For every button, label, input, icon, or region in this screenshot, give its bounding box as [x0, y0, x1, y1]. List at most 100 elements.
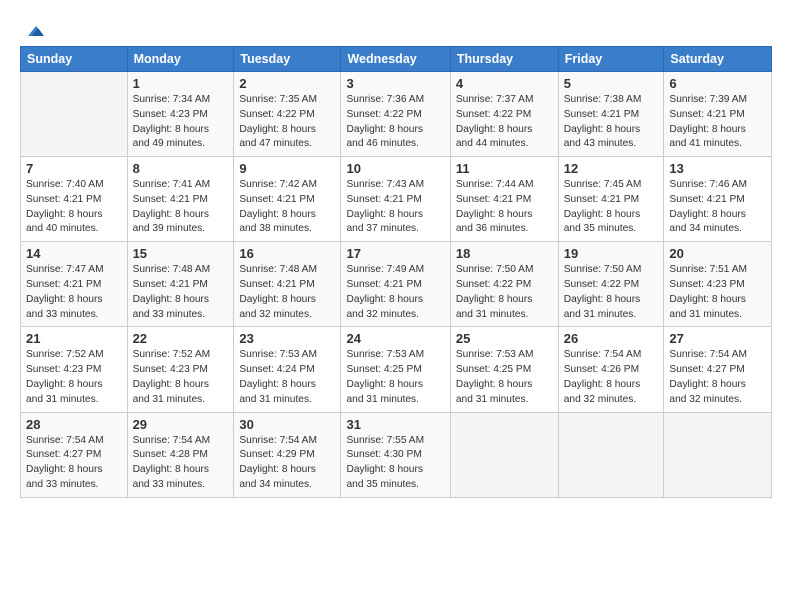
- day-of-week-header: Sunday: [21, 47, 128, 72]
- header-area: [20, 18, 772, 38]
- day-number: 28: [26, 417, 122, 432]
- days-header-row: SundayMondayTuesdayWednesdayThursdayFrid…: [21, 47, 772, 72]
- calendar-cell: [558, 412, 664, 497]
- calendar-cell: 20 Sunrise: 7:51 AMSunset: 4:23 PMDayligh…: [664, 242, 772, 327]
- day-detail: Sunrise: 7:39 AMSunset: 4:21 PMDaylight:…: [669, 93, 766, 152]
- day-detail: Sunrise: 7:41 AMSunset: 4:21 PMDaylight:…: [133, 178, 229, 237]
- day-number: 12: [564, 161, 659, 176]
- calendar-cell: 1 Sunrise: 7:34 AMSunset: 4:23 PMDaylight…: [127, 72, 234, 157]
- day-of-week-header: Monday: [127, 47, 234, 72]
- day-number: 31: [346, 417, 444, 432]
- day-detail: Sunrise: 7:50 AMSunset: 4:22 PMDaylight:…: [564, 263, 659, 322]
- day-detail: Sunrise: 7:42 AMSunset: 4:21 PMDaylight:…: [239, 178, 335, 237]
- day-detail: Sunrise: 7:37 AMSunset: 4:22 PMDaylight:…: [456, 93, 553, 152]
- calendar-cell: [450, 412, 558, 497]
- day-detail: Sunrise: 7:34 AMSunset: 4:23 PMDaylight:…: [133, 93, 229, 152]
- day-detail: Sunrise: 7:54 AMSunset: 4:27 PMDaylight:…: [26, 434, 122, 493]
- day-number: 30: [239, 417, 335, 432]
- calendar-cell: 24 Sunrise: 7:53 AMSunset: 4:25 PMDayligh…: [341, 327, 450, 412]
- calendar-cell: 28 Sunrise: 7:54 AMSunset: 4:27 PMDayligh…: [21, 412, 128, 497]
- day-detail: Sunrise: 7:53 AMSunset: 4:24 PMDaylight:…: [239, 348, 335, 407]
- calendar-cell: 29 Sunrise: 7:54 AMSunset: 4:28 PMDayligh…: [127, 412, 234, 497]
- day-detail: Sunrise: 7:52 AMSunset: 4:23 PMDaylight:…: [133, 348, 229, 407]
- calendar-cell: 2Sunrise: 7:35 AMSunset: 4:22 PMDaylight…: [234, 72, 341, 157]
- day-number: 18: [456, 246, 553, 261]
- calendar-cell: 26 Sunrise: 7:54 AMSunset: 4:26 PMDayligh…: [558, 327, 664, 412]
- day-number: 10: [346, 161, 444, 176]
- day-detail: Sunrise: 7:46 AMSunset: 4:21 PMDaylight:…: [669, 178, 766, 237]
- day-detail: Sunrise: 7:54 AMSunset: 4:28 PMDaylight:…: [133, 434, 229, 493]
- day-number: 6: [669, 76, 766, 91]
- day-detail: Sunrise: 7:53 AMSunset: 4:25 PMDaylight:…: [346, 348, 444, 407]
- day-of-week-header: Saturday: [664, 47, 772, 72]
- day-of-week-header: Friday: [558, 47, 664, 72]
- day-detail: Sunrise: 7:51 AMSunset: 4:23 PMDaylight:…: [669, 263, 766, 322]
- day-number: 15: [133, 246, 229, 261]
- calendar-cell: 18 Sunrise: 7:50 AMSunset: 4:22 PMDayligh…: [450, 242, 558, 327]
- logo: [20, 22, 44, 38]
- day-detail: Sunrise: 7:44 AMSunset: 4:21 PMDaylight:…: [456, 178, 553, 237]
- day-of-week-header: Thursday: [450, 47, 558, 72]
- day-number: 29: [133, 417, 229, 432]
- day-number: 19: [564, 246, 659, 261]
- calendar-cell: 9 Sunrise: 7:42 AMSunset: 4:21 PMDaylight…: [234, 157, 341, 242]
- day-detail: Sunrise: 7:35 AMSunset: 4:22 PMDaylight:…: [239, 93, 335, 152]
- day-number: 23: [239, 331, 335, 346]
- calendar-week-row: 21 Sunrise: 7:52 AMSunset: 4:23 PMDayligh…: [21, 327, 772, 412]
- calendar-cell: 25Sunrise: 7:53 AMSunset: 4:25 PMDayligh…: [450, 327, 558, 412]
- day-of-week-header: Tuesday: [234, 47, 341, 72]
- calendar-cell: 27 Sunrise: 7:54 AMSunset: 4:27 PMDayligh…: [664, 327, 772, 412]
- day-number: 21: [26, 331, 122, 346]
- calendar-cell: 8 Sunrise: 7:41 AMSunset: 4:21 PMDaylight…: [127, 157, 234, 242]
- day-detail: Sunrise: 7:36 AMSunset: 4:22 PMDaylight:…: [346, 93, 444, 152]
- day-detail: Sunrise: 7:48 AMSunset: 4:21 PMDaylight:…: [239, 263, 335, 322]
- day-number: 5: [564, 76, 659, 91]
- day-number: 14: [26, 246, 122, 261]
- calendar-cell: 30 Sunrise: 7:54 AMSunset: 4:29 PMDayligh…: [234, 412, 341, 497]
- logo-icon: [22, 22, 44, 40]
- day-detail: Sunrise: 7:50 AMSunset: 4:22 PMDaylight:…: [456, 263, 553, 322]
- day-number: 1: [133, 76, 229, 91]
- day-number: 24: [346, 331, 444, 346]
- day-detail: Sunrise: 7:54 AMSunset: 4:27 PMDaylight:…: [669, 348, 766, 407]
- calendar-cell: 4 Sunrise: 7:37 AMSunset: 4:22 PMDaylight…: [450, 72, 558, 157]
- calendar-body: 1 Sunrise: 7:34 AMSunset: 4:23 PMDaylight…: [21, 72, 772, 498]
- calendar-cell: 3Sunrise: 7:36 AMSunset: 4:22 PMDaylight…: [341, 72, 450, 157]
- day-number: 20: [669, 246, 766, 261]
- day-number: 26: [564, 331, 659, 346]
- day-detail: Sunrise: 7:48 AMSunset: 4:21 PMDaylight:…: [133, 263, 229, 322]
- day-number: 7: [26, 161, 122, 176]
- day-number: 9: [239, 161, 335, 176]
- day-detail: Sunrise: 7:40 AMSunset: 4:21 PMDaylight:…: [26, 178, 122, 237]
- day-number: 4: [456, 76, 553, 91]
- calendar-header: SundayMondayTuesdayWednesdayThursdayFrid…: [21, 47, 772, 72]
- day-number: 25: [456, 331, 553, 346]
- calendar-table: SundayMondayTuesdayWednesdayThursdayFrid…: [20, 46, 772, 498]
- calendar-cell: 14 Sunrise: 7:47 AMSunset: 4:21 PMDayligh…: [21, 242, 128, 327]
- day-number: 8: [133, 161, 229, 176]
- day-number: 13: [669, 161, 766, 176]
- calendar-cell: 19 Sunrise: 7:50 AMSunset: 4:22 PMDayligh…: [558, 242, 664, 327]
- calendar-cell: 13 Sunrise: 7:46 AMSunset: 4:21 PMDayligh…: [664, 157, 772, 242]
- day-number: 22: [133, 331, 229, 346]
- calendar-cell: 21 Sunrise: 7:52 AMSunset: 4:23 PMDayligh…: [21, 327, 128, 412]
- calendar-week-row: 14 Sunrise: 7:47 AMSunset: 4:21 PMDayligh…: [21, 242, 772, 327]
- day-detail: Sunrise: 7:47 AMSunset: 4:21 PMDaylight:…: [26, 263, 122, 322]
- calendar-cell: 12 Sunrise: 7:45 AMSunset: 4:21 PMDayligh…: [558, 157, 664, 242]
- day-detail: Sunrise: 7:45 AMSunset: 4:21 PMDaylight:…: [564, 178, 659, 237]
- calendar-cell: 11Sunrise: 7:44 AMSunset: 4:21 PMDayligh…: [450, 157, 558, 242]
- calendar-cell: 16 Sunrise: 7:48 AMSunset: 4:21 PMDayligh…: [234, 242, 341, 327]
- day-number: 16: [239, 246, 335, 261]
- day-detail: Sunrise: 7:54 AMSunset: 4:29 PMDaylight:…: [239, 434, 335, 493]
- day-detail: Sunrise: 7:52 AMSunset: 4:23 PMDaylight:…: [26, 348, 122, 407]
- calendar-cell: 10 Sunrise: 7:43 AMSunset: 4:21 PMDayligh…: [341, 157, 450, 242]
- day-detail: Sunrise: 7:54 AMSunset: 4:26 PMDaylight:…: [564, 348, 659, 407]
- day-number: 27: [669, 331, 766, 346]
- calendar-cell: 5Sunrise: 7:38 AMSunset: 4:21 PMDaylight…: [558, 72, 664, 157]
- calendar-cell: 17Sunrise: 7:49 AMSunset: 4:21 PMDayligh…: [341, 242, 450, 327]
- calendar-cell: [664, 412, 772, 497]
- calendar-cell: [21, 72, 128, 157]
- page: SundayMondayTuesdayWednesdayThursdayFrid…: [0, 0, 792, 612]
- day-detail: Sunrise: 7:43 AMSunset: 4:21 PMDaylight:…: [346, 178, 444, 237]
- day-detail: Sunrise: 7:55 AMSunset: 4:30 PMDaylight:…: [346, 434, 444, 493]
